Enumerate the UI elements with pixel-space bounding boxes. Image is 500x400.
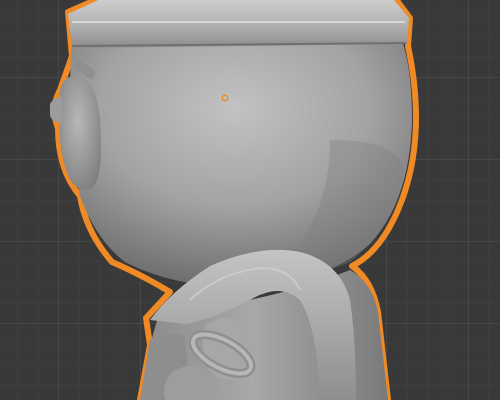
3d-viewport[interactable] bbox=[0, 0, 500, 400]
hat-band bbox=[68, 0, 409, 48]
head bbox=[70, 40, 412, 287]
selected-model[interactable] bbox=[0, 0, 500, 400]
